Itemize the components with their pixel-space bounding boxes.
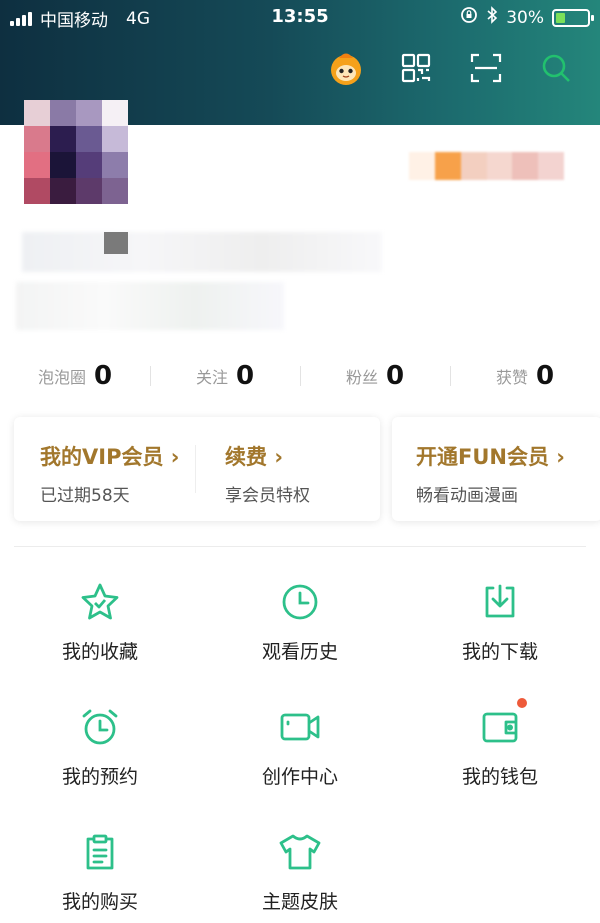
clipboard-icon <box>77 829 123 875</box>
renew-button[interactable]: 续费 › 享会员特权 <box>195 417 380 521</box>
t-shirt-icon <box>277 829 323 875</box>
stat-value: 0 <box>535 361 555 391</box>
stat-followers[interactable]: 粉丝 0 <box>300 356 450 396</box>
video-camera-icon <box>277 704 323 750</box>
chevron-right-icon: › <box>170 445 180 469</box>
menu-item-creator-center[interactable]: 创作中心 <box>200 690 400 815</box>
menu-item-favorites[interactable]: 我的收藏 <box>0 565 200 690</box>
notification-dot <box>517 698 527 708</box>
orientation-lock-icon <box>460 6 478 29</box>
wallet-icon <box>477 698 527 750</box>
section-divider <box>14 546 586 547</box>
chevron-right-icon: › <box>274 445 283 469</box>
stat-label: 获赞 <box>495 368 528 387</box>
vip-card: 我的VIP会员 › 已过期58天 续费 › 享会员特权 <box>14 417 380 521</box>
status-bar: 中国移动 4G 13:55 30% <box>0 0 600 34</box>
chevron-right-icon: › <box>556 445 565 469</box>
qr-code-icon[interactable] <box>396 48 436 88</box>
battery-percent: 30% <box>506 7 544 28</box>
fun-vip-title: 开通FUN会员 <box>416 445 549 469</box>
stat-label: 粉丝 <box>345 368 378 387</box>
menu-item-purchases[interactable]: 我的购买 <box>0 815 200 923</box>
bluetooth-icon <box>486 6 498 29</box>
stat-label: 泡泡圈 <box>37 368 86 387</box>
avatar-frame-blurred <box>104 232 128 254</box>
signature-blurred <box>16 282 284 330</box>
menu-label: 我的下载 <box>461 641 538 663</box>
menu-item-wallet[interactable]: 我的钱包 <box>400 690 600 815</box>
battery-icon <box>552 8 594 27</box>
renew-title: 续费 <box>225 445 267 469</box>
stat-value: 0 <box>385 361 405 391</box>
stats-bar: 泡泡圈 0 关注 0 粉丝 0 获赞 0 <box>0 356 600 396</box>
avatar[interactable] <box>24 100 128 204</box>
stat-value: 0 <box>235 361 255 391</box>
stat-likes[interactable]: 获赞 0 <box>450 356 600 396</box>
stat-value: 0 <box>93 361 113 391</box>
menu-item-themes[interactable]: 主题皮肤 <box>200 815 400 923</box>
menu-item-downloads[interactable]: 我的下载 <box>400 565 600 690</box>
stat-bubble-circle[interactable]: 泡泡圈 0 <box>0 356 150 396</box>
menu-label: 我的预约 <box>61 766 138 788</box>
stat-following[interactable]: 关注 0 <box>150 356 300 396</box>
renew-subtitle: 享会员特权 <box>225 486 310 506</box>
scan-icon[interactable] <box>466 48 506 88</box>
level-badge <box>409 152 564 180</box>
fun-vip-card[interactable]: 开通FUN会员 › 畅看动画漫画 <box>392 417 600 521</box>
menu-label: 观看历史 <box>261 641 338 663</box>
menu-label: 主题皮肤 <box>261 891 338 913</box>
menu-item-reservations[interactable]: 我的预约 <box>0 690 200 815</box>
menu-label: 我的收藏 <box>61 641 138 663</box>
clock-icon <box>277 579 323 625</box>
my-vip-title: 我的VIP会员 <box>40 445 164 469</box>
menu-label: 我的购买 <box>61 891 138 913</box>
feature-menu: 我的收藏 观看历史 我的下载 我的预约 创作中心 我的钱包 我的购买 主题皮肤 <box>0 565 600 923</box>
star-icon <box>77 579 123 625</box>
menu-label: 我的钱包 <box>461 766 538 788</box>
menu-item-history[interactable]: 观看历史 <box>200 565 400 690</box>
stat-label: 关注 <box>195 368 228 387</box>
download-icon <box>477 579 523 625</box>
my-vip-status: 已过期58天 <box>40 486 130 506</box>
mascot-avatar-icon[interactable] <box>326 48 366 88</box>
alarm-clock-icon <box>77 704 123 750</box>
username-blurred <box>22 232 382 272</box>
my-vip-button[interactable]: 我的VIP会员 › 已过期58天 <box>14 417 195 521</box>
search-icon[interactable] <box>536 48 576 88</box>
menu-label: 创作中心 <box>261 766 338 788</box>
fun-vip-subtitle: 畅看动画漫画 <box>416 486 518 506</box>
